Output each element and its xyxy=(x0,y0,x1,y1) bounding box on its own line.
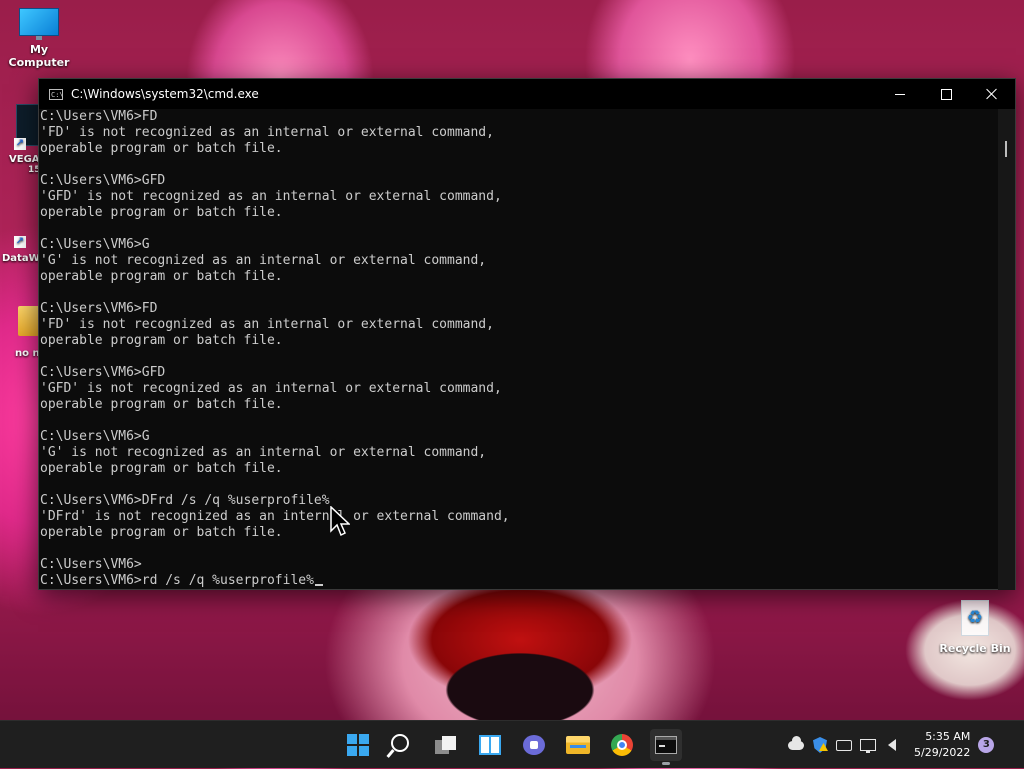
minimize-button[interactable] xyxy=(877,79,923,109)
minimize-icon xyxy=(895,93,905,95)
notification-badge[interactable]: 3 xyxy=(978,737,995,753)
onedrive-button[interactable] xyxy=(786,735,806,755)
taskbar: 5:35 AM 5/29/2022 3 xyxy=(0,720,1024,768)
system-tray: 5:35 AM 5/29/2022 3 xyxy=(784,721,995,769)
vertical-scrollbar[interactable] xyxy=(998,109,1015,590)
mouse-pointer-icon xyxy=(330,506,350,537)
widgets-button[interactable] xyxy=(474,729,506,761)
close-icon xyxy=(986,88,998,100)
text-cursor xyxy=(314,584,323,586)
clock[interactable]: 5:35 AM 5/29/2022 xyxy=(914,729,970,761)
clock-date: 5/29/2022 xyxy=(914,746,971,759)
chat-button[interactable] xyxy=(518,729,550,761)
maximize-icon xyxy=(940,88,952,100)
shortcut-arrow-icon: ↗ xyxy=(14,236,26,248)
window-controls xyxy=(877,79,1015,109)
console-output[interactable]: C:\Users\VM6>FD 'FD' is not recognized a… xyxy=(39,109,999,590)
search-button[interactable] xyxy=(386,729,418,761)
task-view-button[interactable] xyxy=(430,729,462,761)
console-text: C:\Users\VM6>FD 'FD' is not recognized a… xyxy=(40,109,510,588)
folder-icon xyxy=(18,306,40,336)
desktop-icon-vegas[interactable]: ↗ VEGA 15 xyxy=(0,104,41,175)
volume-icon xyxy=(888,739,896,751)
desktop-icon-label: VEGA xyxy=(9,154,40,165)
desktop-icon-recycle-bin[interactable]: ♻ Recycle Bin xyxy=(936,600,1014,655)
network-button[interactable] xyxy=(858,735,878,755)
desktop-icon-datawa[interactable]: ↗ DataWa xyxy=(0,236,46,264)
shortcut-arrow-icon: ↗ xyxy=(14,138,26,150)
scrollbar-thumb[interactable] xyxy=(1005,141,1007,157)
desktop-icon-label: DataWa xyxy=(2,253,46,264)
desktop-icon-folder[interactable]: no n xyxy=(0,306,40,359)
file-explorer-icon xyxy=(566,736,590,754)
network-icon xyxy=(860,739,876,753)
window-title: C:\Windows\system32\cmd.exe xyxy=(71,87,259,101)
maximize-button[interactable] xyxy=(923,79,969,109)
task-view-icon xyxy=(435,736,457,754)
onedrive-icon xyxy=(788,735,804,750)
cmd-icon[interactable]: C:\ xyxy=(49,88,64,100)
recycle-bin-icon: ♻ xyxy=(961,600,989,636)
clock-time: 5:35 AM xyxy=(925,730,971,743)
desktop-icon-label: no n xyxy=(15,348,40,359)
chrome-icon xyxy=(611,734,633,756)
terminal-button[interactable] xyxy=(650,729,682,765)
chrome-button[interactable] xyxy=(606,729,638,761)
search-icon xyxy=(391,734,409,752)
start-icon xyxy=(347,734,369,756)
security-button[interactable] xyxy=(810,735,830,755)
terminal-icon xyxy=(655,736,677,754)
keyboard-icon xyxy=(836,739,852,751)
file-explorer-button[interactable] xyxy=(562,729,594,761)
desktop-icon-sublabel: 15 xyxy=(28,165,41,175)
desktop-icon-my-computer[interactable]: My Computer xyxy=(0,8,78,69)
computer-icon xyxy=(19,8,59,40)
close-button[interactable] xyxy=(969,79,1015,109)
desktop-icon-label: Recycle Bin xyxy=(939,642,1011,655)
widgets-icon xyxy=(479,735,501,755)
cmd-window[interactable]: C:\ C:\Windows\system32\cmd.exe C:\Users… xyxy=(38,78,1016,590)
window-titlebar[interactable]: C:\ C:\Windows\system32\cmd.exe xyxy=(39,79,1015,109)
volume-button[interactable] xyxy=(882,735,902,755)
desktop-icon-label: My Computer xyxy=(8,43,70,69)
keyboard-button[interactable] xyxy=(834,735,854,755)
chat-icon xyxy=(523,735,545,755)
start-button[interactable] xyxy=(342,729,374,761)
